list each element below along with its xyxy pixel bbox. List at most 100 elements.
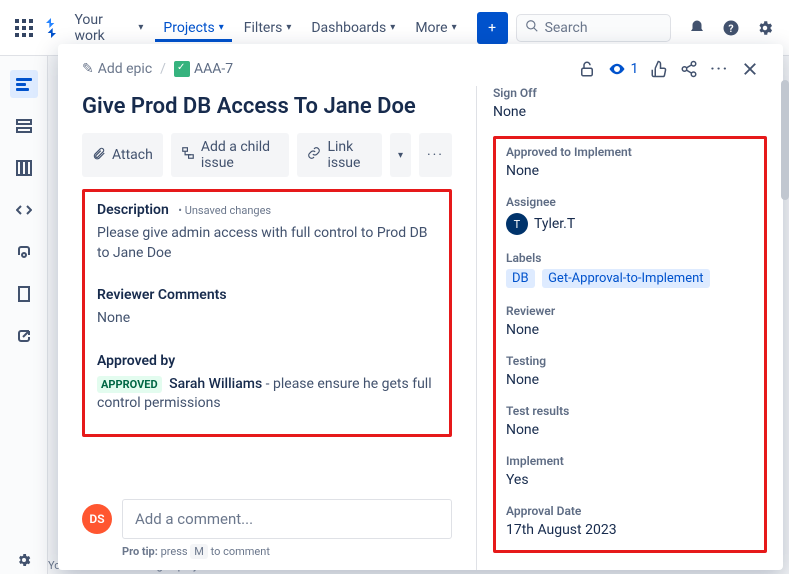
add-epic-link[interactable]: ✎ Add epic bbox=[82, 61, 152, 77]
assignee-name: Tyler.T bbox=[534, 216, 575, 232]
like-icon[interactable] bbox=[650, 60, 668, 78]
nav-your-work[interactable]: Your work ▾ bbox=[66, 6, 151, 50]
rail-backlog-icon[interactable] bbox=[10, 112, 38, 140]
epic-plus-icon: ✎ bbox=[82, 61, 94, 77]
add-child-label: Add a child issue bbox=[201, 139, 280, 171]
link-icon bbox=[307, 146, 321, 164]
breadcrumb: ✎ Add epic / AAA-7 bbox=[82, 61, 233, 77]
field-labels[interactable]: Labels DB Get-Approval-to-Implement bbox=[506, 251, 754, 288]
close-icon[interactable] bbox=[741, 60, 759, 78]
rail-pages-icon[interactable] bbox=[10, 280, 38, 308]
rail-roadmap-icon[interactable] bbox=[10, 70, 38, 98]
svg-text:?: ? bbox=[728, 21, 733, 34]
rail-shortcut-icon[interactable] bbox=[10, 322, 38, 350]
testing-value: None bbox=[506, 372, 754, 388]
label-db[interactable]: DB bbox=[506, 269, 535, 288]
testing-label: Testing bbox=[506, 354, 754, 368]
link-issue-button[interactable]: Link issue bbox=[297, 133, 382, 177]
issue-key-link[interactable]: AAA-7 bbox=[174, 61, 233, 77]
rail-releases-icon[interactable] bbox=[10, 238, 38, 266]
child-issue-icon bbox=[181, 146, 195, 164]
chevron-down-icon: ▾ bbox=[390, 22, 395, 33]
approver-name: Sarah Williams bbox=[169, 376, 262, 392]
nav-your-work-label: Your work bbox=[74, 12, 134, 44]
issue-main-content: Give Prod DB Access To Jane Doe Attach A… bbox=[58, 86, 476, 570]
add-epic-label: Add epic bbox=[98, 61, 152, 77]
issue-actions-more[interactable]: ··· bbox=[419, 133, 452, 177]
field-test-results[interactable]: Test results None bbox=[506, 404, 754, 438]
label-get-approval[interactable]: Get-Approval-to-Implement bbox=[542, 269, 709, 288]
rail-board-icon[interactable] bbox=[10, 154, 38, 182]
search-input[interactable]: Search bbox=[516, 14, 671, 42]
chevron-down-icon: ▾ bbox=[398, 150, 403, 161]
link-issue-label: Link issue bbox=[327, 139, 372, 171]
description-value[interactable]: Please give admin access with full contr… bbox=[97, 224, 437, 263]
assignee-avatar: T bbox=[506, 213, 528, 235]
comment-input[interactable]: Add a comment... bbox=[122, 499, 452, 539]
issue-title[interactable]: Give Prod DB Access To Jane Doe bbox=[82, 94, 452, 119]
chevron-down-icon: ▾ bbox=[452, 22, 457, 33]
attach-icon bbox=[92, 146, 106, 164]
nav-filters[interactable]: Filters▾ bbox=[236, 14, 300, 42]
rail-project-settings-icon[interactable] bbox=[10, 546, 38, 574]
more-actions-icon[interactable]: ··· bbox=[710, 61, 729, 77]
highlighted-side-fields: Approved to Implement None Assignee T Ty… bbox=[493, 136, 767, 553]
modal-header: ✎ Add epic / AAA-7 1 ··· bbox=[58, 44, 783, 78]
add-child-button[interactable]: Add a child issue bbox=[171, 133, 290, 177]
chevron-down-icon: ▾ bbox=[138, 22, 143, 33]
signoff-label: Sign Off bbox=[493, 86, 767, 100]
create-button[interactable]: + bbox=[477, 12, 508, 44]
lock-icon[interactable] bbox=[578, 60, 596, 78]
nav-projects-label: Projects bbox=[163, 20, 214, 36]
settings-icon[interactable] bbox=[753, 16, 777, 40]
nav-more-label: More bbox=[415, 20, 447, 36]
notifications-icon[interactable] bbox=[685, 16, 709, 40]
nav-dashboards[interactable]: Dashboards▾ bbox=[303, 14, 403, 42]
nav-more[interactable]: More ▾ bbox=[407, 14, 464, 42]
field-approval-date[interactable]: Approval Date 17th August 2023 bbox=[506, 504, 754, 538]
reviewer-value: None bbox=[506, 322, 754, 338]
jira-logo-icon[interactable] bbox=[39, 16, 62, 40]
attach-label: Attach bbox=[112, 147, 153, 163]
kbd-m: M bbox=[190, 544, 208, 559]
field-approved-to-implement[interactable]: Approved to Implement None bbox=[506, 145, 754, 179]
approved-badge: APPROVED bbox=[97, 376, 162, 393]
app-switcher-icon[interactable] bbox=[12, 16, 35, 40]
search-placeholder: Search bbox=[545, 20, 588, 36]
left-rail bbox=[0, 56, 48, 574]
help-icon[interactable]: ? bbox=[719, 16, 743, 40]
description-label: Description • Unsaved changes bbox=[97, 202, 437, 218]
reviewer-comments-value[interactable]: None bbox=[97, 309, 437, 329]
share-icon[interactable] bbox=[680, 60, 698, 78]
unsaved-indicator: • Unsaved changes bbox=[178, 204, 271, 217]
link-dropdown-button[interactable]: ▾ bbox=[390, 133, 411, 177]
comment-tip: Pro tip: press M to comment bbox=[122, 545, 452, 558]
field-signoff[interactable]: Sign Off None bbox=[493, 86, 767, 120]
appdate-label: Approval Date bbox=[506, 504, 754, 518]
labels-label: Labels bbox=[506, 251, 754, 265]
field-assignee[interactable]: Assignee T Tyler.T bbox=[506, 195, 754, 235]
approved-impl-label: Approved to Implement bbox=[506, 145, 754, 159]
field-implement[interactable]: Implement Yes bbox=[506, 454, 754, 488]
nav-projects[interactable]: Projects ▾ bbox=[155, 14, 231, 42]
watch-button[interactable]: 1 bbox=[608, 60, 638, 78]
approved-impl-value: None bbox=[506, 163, 754, 179]
reviewer-label: Reviewer bbox=[506, 304, 754, 318]
approved-by-value[interactable]: APPROVED Sarah Williams - please ensure … bbox=[97, 375, 437, 414]
scrollbar-thumb[interactable] bbox=[781, 80, 789, 200]
chevron-down-icon: ▾ bbox=[286, 22, 291, 33]
approved-by-label: Approved by bbox=[97, 353, 437, 369]
issue-side-panel: Sign Off None Approved to Implement None… bbox=[476, 86, 783, 570]
issue-modal: ✎ Add epic / AAA-7 1 ··· Give Prod DB Ac bbox=[58, 44, 783, 570]
rail-code-icon[interactable] bbox=[10, 196, 38, 224]
field-reviewer[interactable]: Reviewer None bbox=[506, 304, 754, 338]
testres-label: Test results bbox=[506, 404, 754, 418]
field-testing[interactable]: Testing None bbox=[506, 354, 754, 388]
signoff-value: None bbox=[493, 104, 767, 120]
attach-button[interactable]: Attach bbox=[82, 133, 163, 177]
plus-icon: + bbox=[488, 20, 496, 36]
chevron-down-icon: ▾ bbox=[219, 22, 224, 33]
implement-label: Implement bbox=[506, 454, 754, 468]
assignee-label: Assignee bbox=[506, 195, 754, 209]
testres-value: None bbox=[506, 422, 754, 438]
